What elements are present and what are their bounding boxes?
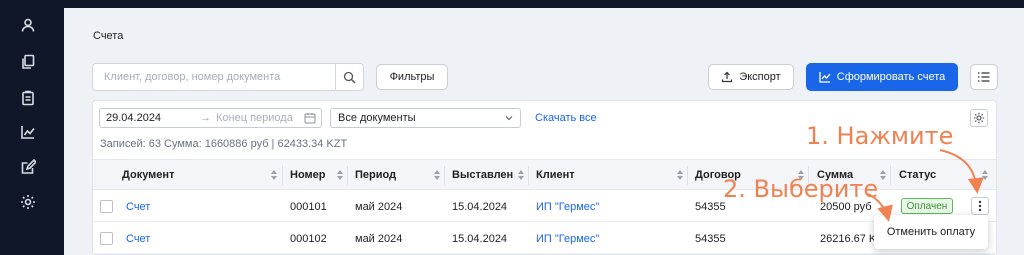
column-divider (528, 166, 529, 185)
column-divider (282, 166, 283, 185)
column-divider (687, 166, 688, 185)
date-range-picker[interactable]: 29.04.2024 → Конец периода (99, 108, 322, 128)
contract-cell: 54355 (695, 233, 726, 245)
client-link[interactable]: ИП "Гермес" (536, 201, 599, 213)
period-cell: май 2024 (355, 201, 403, 213)
issued-cell: 15.04.2024 (452, 233, 508, 245)
export-button[interactable]: Экспорт (708, 64, 794, 90)
chart-icon[interactable] (19, 123, 37, 141)
column-divider (347, 166, 348, 185)
col-status[interactable]: Статус (899, 169, 936, 181)
settings-icon[interactable] (19, 193, 37, 211)
create-invoices-label: Сформировать счета (836, 71, 946, 83)
number-cell: 000102 (290, 233, 327, 245)
search-box (92, 63, 364, 91)
row-checkbox[interactable] (100, 232, 113, 245)
col-number[interactable]: Номер (290, 169, 326, 181)
list-settings-icon (978, 72, 990, 82)
document-link[interactable]: Счет (126, 233, 150, 245)
edit-icon[interactable] (19, 158, 37, 176)
search-button[interactable] (335, 64, 363, 90)
column-settings-button[interactable] (970, 64, 998, 90)
download-all-link[interactable]: Скачать все (535, 112, 597, 124)
annotation-step-2: 2. Выберите (723, 175, 879, 203)
sort-icon[interactable] (879, 169, 887, 181)
user-icon[interactable] (19, 16, 37, 34)
documents-icon[interactable] (19, 53, 37, 71)
context-menu: Отменить оплату (874, 215, 988, 249)
page-title: Счета (93, 30, 124, 42)
sort-icon[interactable] (433, 169, 441, 181)
document-link[interactable]: Счет (126, 201, 150, 213)
sort-icon[interactable] (270, 169, 278, 181)
number-cell: 000101 (290, 201, 327, 213)
table-settings-button[interactable] (970, 109, 988, 127)
search-input[interactable] (93, 64, 335, 90)
clipboard-icon[interactable] (19, 89, 37, 107)
table-row[interactable]: Счет 000102 май 2024 15.04.2024 ИП "Герм… (93, 223, 996, 254)
arrow-right-icon: → (200, 112, 211, 124)
filters-button[interactable]: Фильтры (376, 64, 448, 90)
calendar-icon[interactable] (304, 112, 316, 124)
column-divider (890, 166, 891, 185)
contract-cell: 54355 (695, 201, 726, 213)
document-type-value: Все документы (338, 112, 416, 124)
col-client[interactable]: Клиент (536, 169, 575, 181)
period-cell: май 2024 (355, 233, 403, 245)
chevron-down-icon (505, 116, 513, 121)
issued-cell: 15.04.2024 (452, 201, 508, 213)
sort-icon[interactable] (517, 169, 525, 181)
client-link[interactable]: ИП "Гермес" (536, 233, 599, 245)
date-from[interactable]: 29.04.2024 (106, 112, 161, 124)
more-vertical-icon (978, 200, 982, 212)
search-icon (343, 71, 356, 83)
sidebar (0, 0, 58, 255)
col-issued[interactable]: Выставлен (452, 169, 513, 181)
annotation-step-1: 1. Нажмите (806, 122, 954, 150)
date-to[interactable]: Конец периода (216, 112, 293, 124)
chart-line-icon (819, 72, 831, 83)
column-divider (444, 166, 445, 185)
cancel-payment-menu-item[interactable]: Отменить оплату (887, 226, 975, 238)
row-checkbox[interactable] (100, 200, 113, 213)
status-badge: Оплачен (901, 198, 953, 214)
row-actions-button[interactable] (971, 197, 989, 215)
document-type-select[interactable]: Все документы (330, 108, 521, 128)
sort-icon[interactable] (981, 169, 989, 181)
sort-icon[interactable] (336, 169, 344, 181)
upload-icon (722, 71, 733, 83)
records-summary: Записей: 63 Сумма: 1660886 руб | 62433.3… (100, 138, 348, 150)
create-invoices-button[interactable]: Сформировать счета (806, 63, 958, 91)
col-period[interactable]: Период (355, 169, 396, 181)
gear-icon (973, 112, 985, 124)
export-label: Экспорт (739, 71, 781, 83)
col-document[interactable]: Документ (122, 169, 174, 181)
sort-icon[interactable] (676, 169, 684, 181)
